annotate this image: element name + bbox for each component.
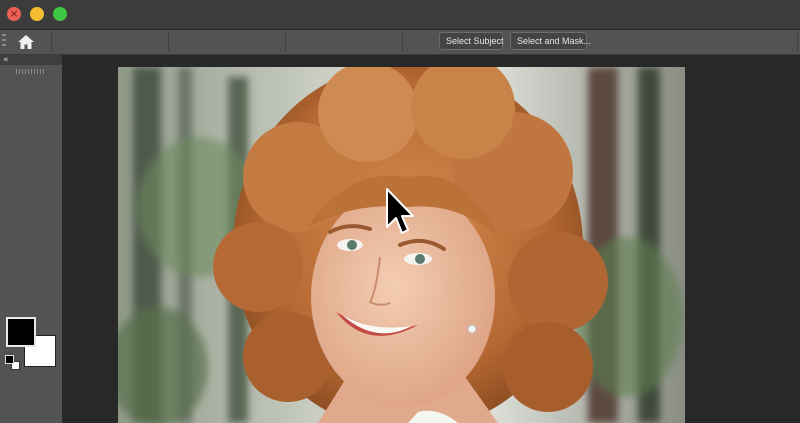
foreground-color-swatch[interactable] (6, 317, 36, 347)
window-titlebar: × (0, 0, 800, 30)
home-icon (18, 35, 34, 49)
select-subject-button[interactable]: Select Subject (439, 32, 504, 50)
options-bar: Select Subject Select and Mask... (0, 30, 800, 55)
earring (467, 324, 477, 334)
arrow-pointer-icon (386, 188, 414, 234)
close-icon: × (9, 7, 19, 20)
select-and-mask-button[interactable]: Select and Mask... (510, 32, 591, 50)
document-image[interactable] (118, 67, 685, 423)
collapse-panel-button[interactable]: « (0, 55, 62, 65)
options-separator (402, 33, 403, 51)
portrait-photo (118, 67, 685, 423)
close-window-button[interactable]: × (7, 7, 21, 21)
tools-panel: « (0, 55, 62, 423)
minimize-window-button[interactable] (30, 7, 44, 21)
options-bar-grip[interactable] (2, 34, 8, 50)
options-separator (168, 33, 169, 51)
options-separator (797, 33, 798, 51)
zoom-window-button[interactable] (53, 7, 67, 21)
options-separator (51, 33, 52, 51)
tools-panel-grip[interactable] (16, 69, 46, 74)
default-colors-icon[interactable] (5, 355, 21, 371)
home-button[interactable] (16, 33, 36, 51)
options-separator (285, 33, 286, 51)
